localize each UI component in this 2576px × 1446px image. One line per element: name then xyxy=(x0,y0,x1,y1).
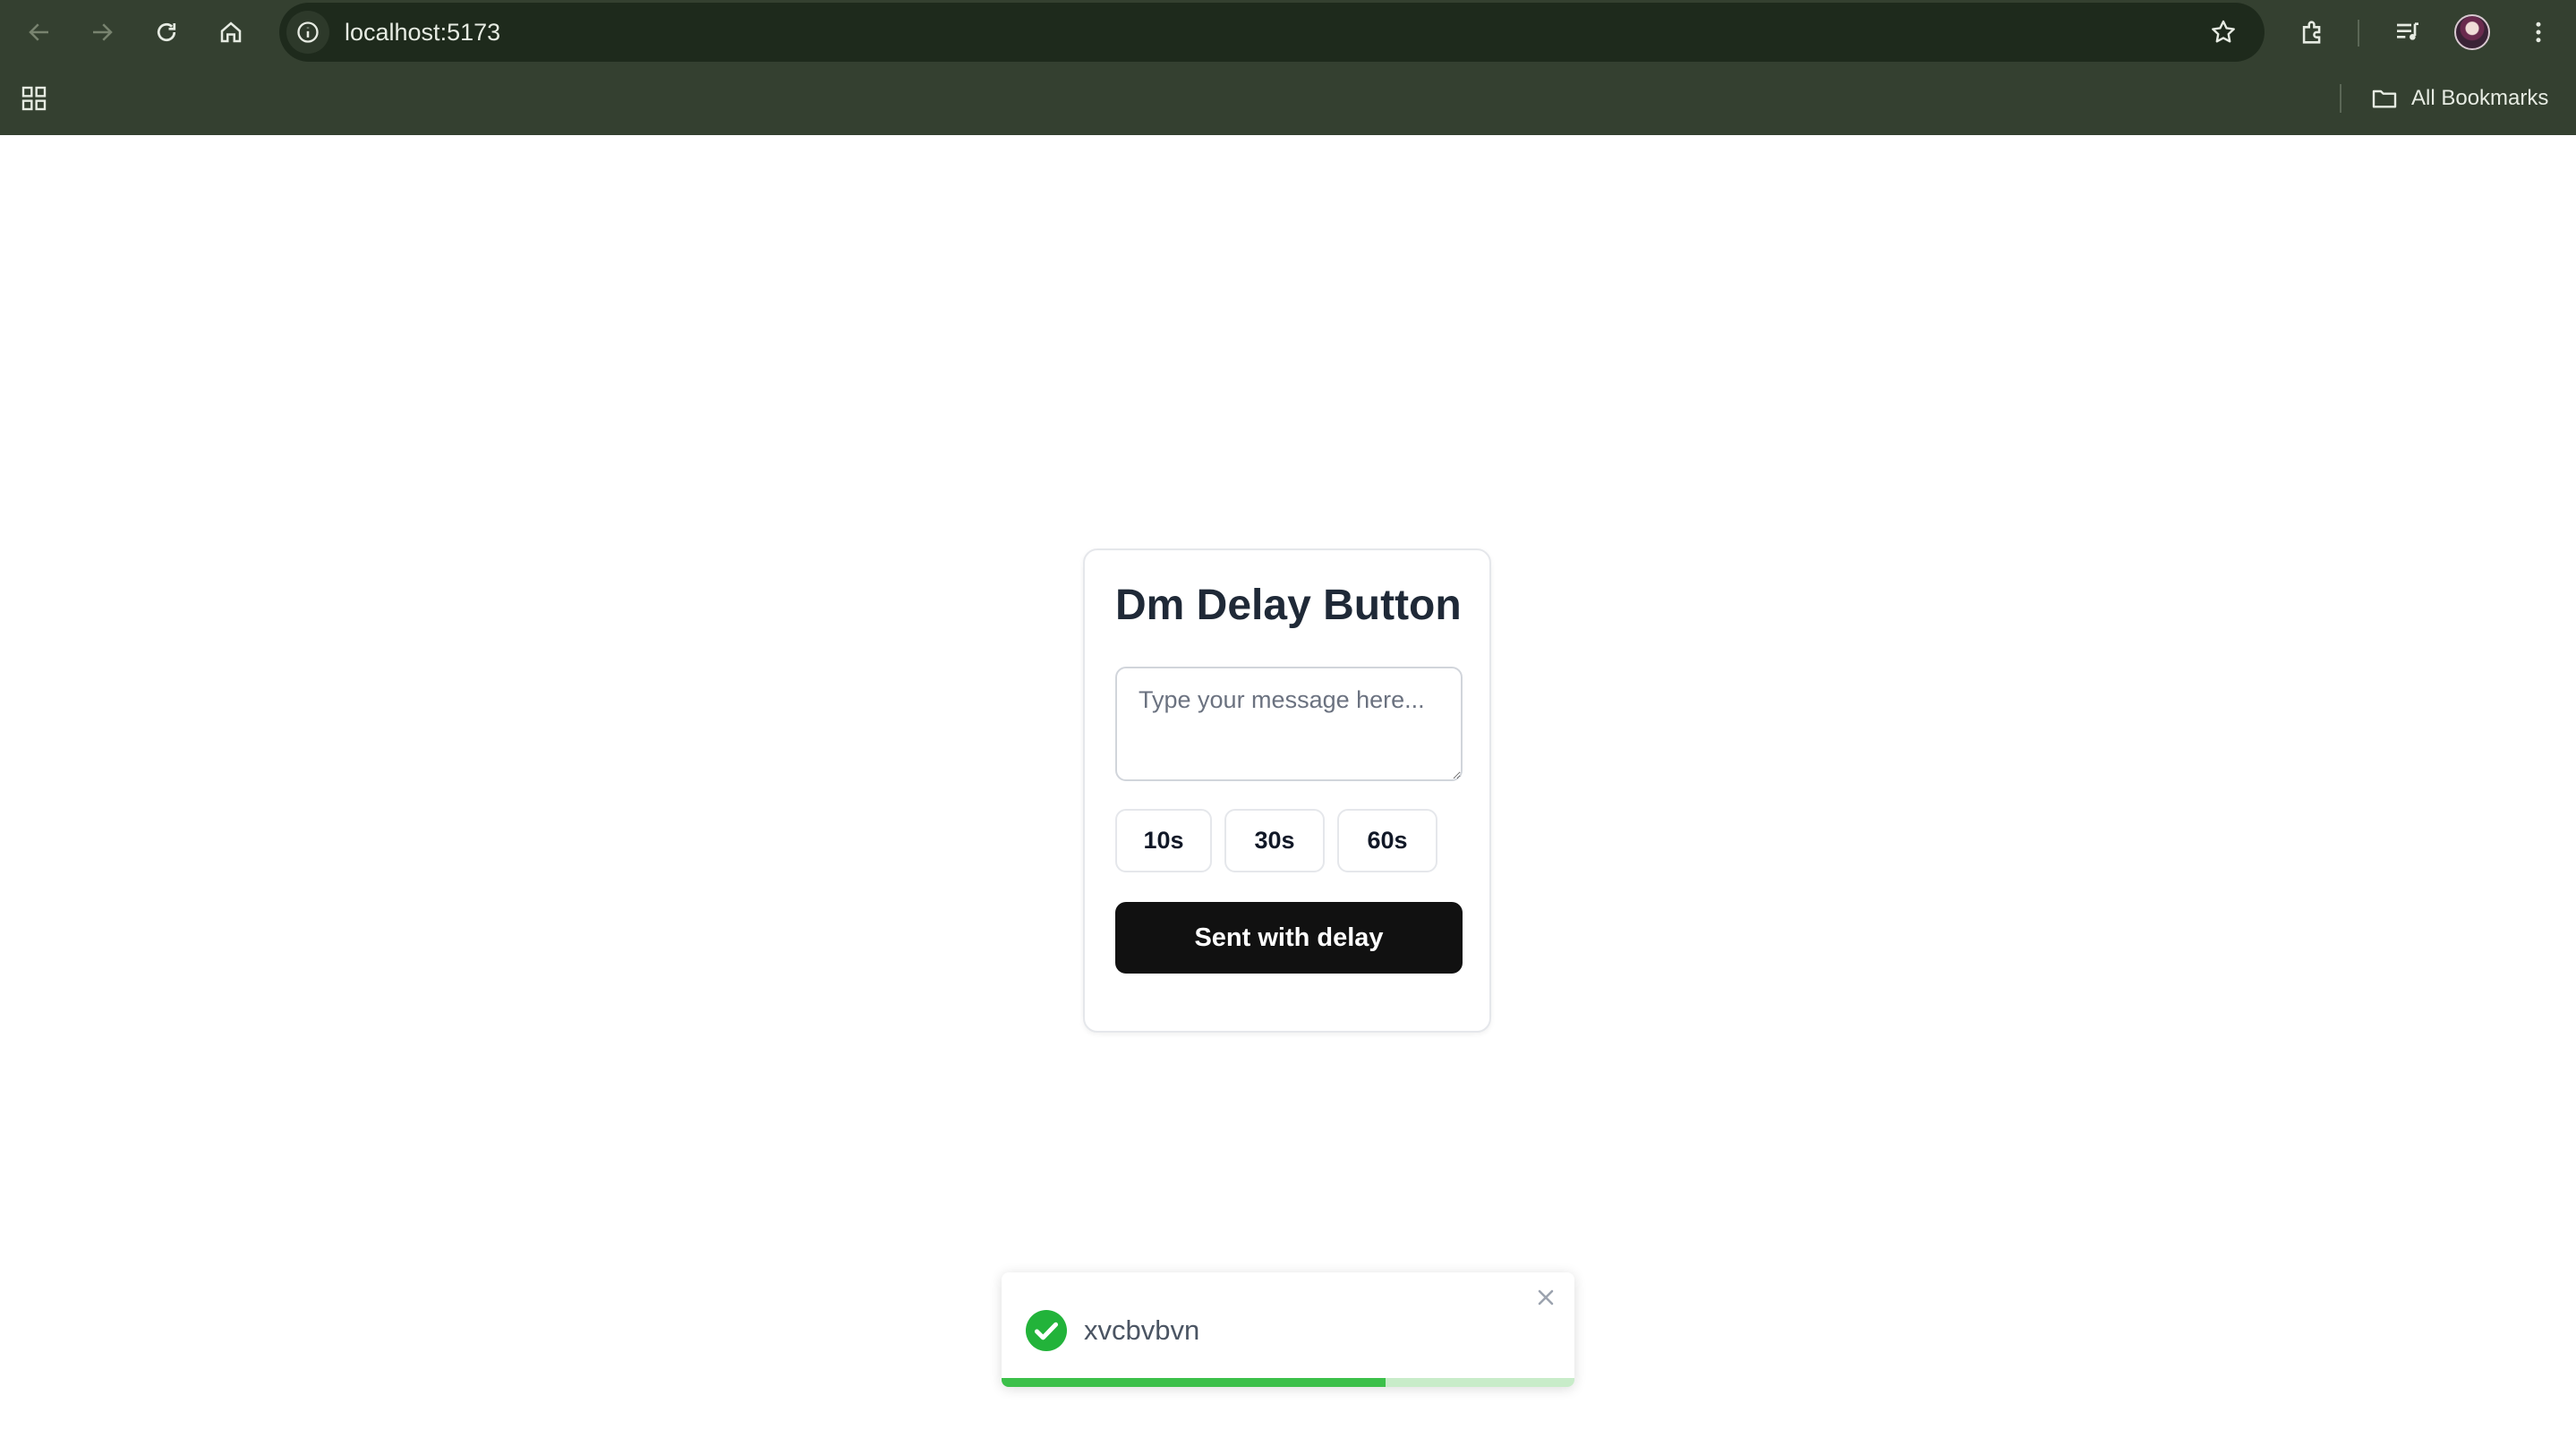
apps-button[interactable] xyxy=(16,81,52,116)
home-icon xyxy=(220,21,242,43)
home-button[interactable] xyxy=(209,11,252,54)
address-bar[interactable]: localhost:5173 xyxy=(279,3,2265,62)
toast-notification: xvcbvbvn xyxy=(1002,1272,1574,1387)
toolbar-divider xyxy=(2358,20,2359,47)
profile-avatar[interactable] xyxy=(2454,14,2490,50)
folder-icon xyxy=(2372,89,2397,108)
bookmarks-divider xyxy=(2340,84,2341,113)
delay-60s-button[interactable]: 60s xyxy=(1337,809,1437,872)
reload-button[interactable] xyxy=(145,11,188,54)
all-bookmarks-label: All Bookmarks xyxy=(2411,86,2549,110)
toast-progress-fill xyxy=(1002,1378,1386,1387)
all-bookmarks-button[interactable]: All Bookmarks xyxy=(2370,81,2548,116)
toast-message: xvcbvbvn xyxy=(1084,1314,1200,1346)
site-info-icon xyxy=(297,21,319,43)
success-check-icon xyxy=(1026,1310,1067,1351)
back-button[interactable] xyxy=(18,11,61,54)
extensions-button[interactable] xyxy=(2291,11,2334,54)
send-with-delay-button[interactable]: Sent with delay xyxy=(1115,902,1463,974)
bookmarks-bar: All Bookmarks xyxy=(0,64,2576,135)
media-icon xyxy=(2397,22,2418,40)
more-icon xyxy=(2536,21,2541,43)
browser-chrome: localhost:5173 All Bookmarks xyxy=(0,0,2576,135)
reload-icon xyxy=(157,22,176,42)
delay-10s-button[interactable]: 10s xyxy=(1115,809,1212,872)
delay-card: Dm Delay Button 10s 30s 60s Sent with de… xyxy=(1083,549,1491,1033)
toast-close-button[interactable] xyxy=(1531,1283,1560,1312)
url-text[interactable]: localhost:5173 xyxy=(345,3,500,62)
media-button[interactable] xyxy=(2386,11,2429,54)
toast-progress-track xyxy=(1002,1378,1574,1387)
card-title: Dm Delay Button xyxy=(1115,582,1462,629)
message-input[interactable] xyxy=(1115,667,1463,781)
forward-button[interactable] xyxy=(81,11,124,54)
star-icon xyxy=(2212,20,2235,43)
delay-30s-button[interactable]: 30s xyxy=(1224,809,1325,872)
extensions-icon xyxy=(2302,21,2321,44)
browser-toolbar: localhost:5173 xyxy=(0,0,2576,64)
apps-grid-icon xyxy=(21,86,47,111)
bookmark-star-button[interactable] xyxy=(2202,11,2245,54)
browser-menu-button[interactable] xyxy=(2517,11,2560,54)
site-info-button[interactable] xyxy=(286,11,329,54)
close-icon xyxy=(1538,1289,1554,1306)
back-icon xyxy=(29,23,48,41)
forward-icon xyxy=(93,23,113,41)
